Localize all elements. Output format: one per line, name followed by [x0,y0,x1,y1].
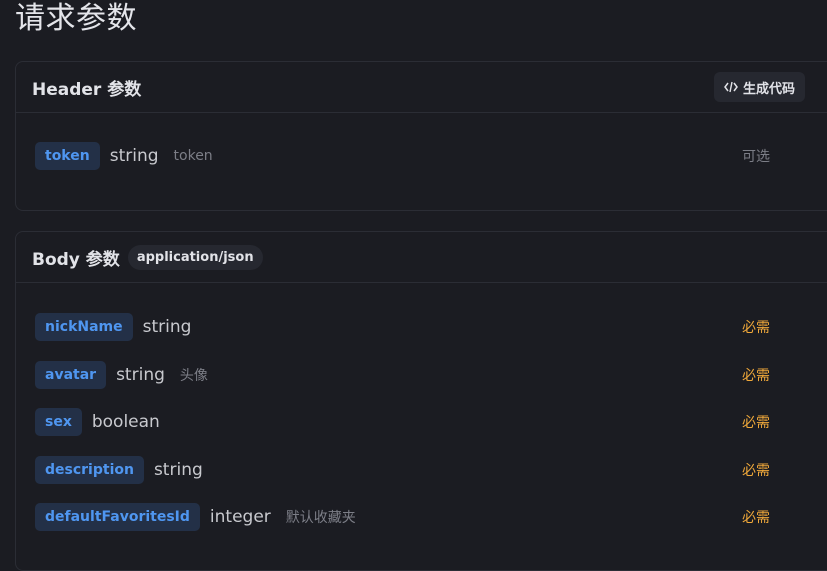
param-name[interactable]: description [35,456,144,484]
param-description: token [173,148,213,164]
param-name[interactable]: nickName [35,313,133,341]
content-type-badge: application/json [127,244,263,270]
param-row-avatar: avatar string 头像 必需 [35,361,770,389]
param-required-label: 必需 [742,415,770,431]
param-name[interactable]: defaultFavoritesId [35,503,200,531]
param-type: integer [209,507,271,527]
param-row-description: description string 必需 [35,456,770,484]
param-type: string [153,460,203,480]
param-type: string [116,365,165,385]
header-params-panel: Header 参数 生成代码 [15,61,827,211]
param-type: string [142,317,192,337]
param-type: string [109,146,159,166]
param-name[interactable]: token [35,142,100,170]
header-params-title: Header 参数 [32,79,142,100]
param-name[interactable]: avatar [35,361,107,389]
param-optional-label: 可选 [742,149,770,165]
code-icon [724,81,738,93]
param-required-label: 必需 [742,510,770,526]
param-row-sex: sex boolean 必需 [35,408,770,436]
param-description: 头像 [179,368,208,384]
param-row-nickname: nickName string 必需 [35,313,770,341]
header-params-header: Header 参数 生成代码 [16,62,827,113]
param-type: boolean [91,412,160,432]
param-description: 默认收藏夹 [285,510,356,526]
param-name[interactable]: sex [35,408,82,436]
param-required-label: 必需 [742,463,770,479]
body-params-title: Body 参数 [32,249,120,270]
param-required-label: 必需 [742,320,770,336]
body-params-header: Body 参数 application/json [16,232,827,283]
param-required-label: 必需 [742,368,770,384]
generate-code-button[interactable]: 生成代码 [714,72,806,102]
page-title: 请求参数 [15,1,137,36]
generate-code-label: 生成代码 [743,81,796,97]
param-row-token: token string token 可选 [35,142,770,170]
param-row-default-favorites-id: defaultFavoritesId integer 默认收藏夹 必需 [35,503,770,531]
